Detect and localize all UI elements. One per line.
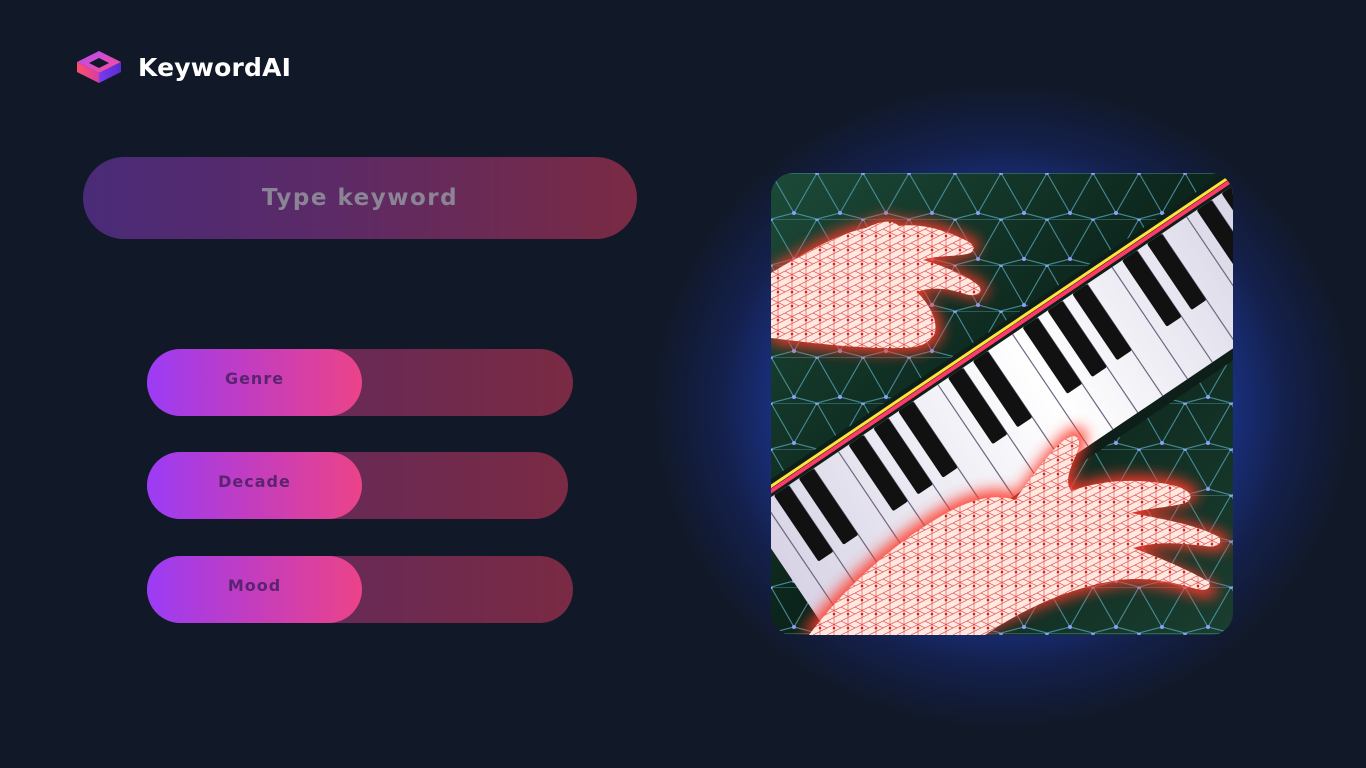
decade-filter-pill[interactable]: Decade [147,452,362,519]
isometric-cube-logo-icon [77,51,121,83]
decade-filter-label: Decade [218,471,291,491]
brand: KeywordAI [76,47,291,87]
keyword-search[interactable] [83,157,637,239]
genre-filter[interactable]: Genre [147,349,573,416]
mood-filter[interactable]: Mood [147,556,573,623]
keyword-search-input[interactable] [83,157,637,239]
app-name: KeywordAI [138,52,292,82]
piano-hands-artwork [771,173,1233,635]
genre-filter-label: Genre [224,368,285,388]
decade-filter[interactable]: Decade [147,452,568,519]
genre-filter-pill[interactable]: Genre [147,349,362,416]
mood-filter-label: Mood [227,575,282,595]
mood-filter-pill[interactable]: Mood [147,556,362,623]
piano-hands-illustration [771,173,1233,635]
